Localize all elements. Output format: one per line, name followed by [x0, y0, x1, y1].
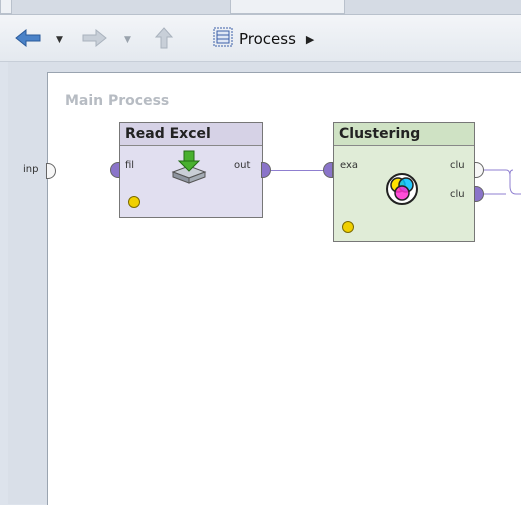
back-history-dropdown[interactable]: ▼ — [56, 29, 63, 51]
back-arrow-icon — [14, 28, 42, 51]
tab-partial-left[interactable] — [0, 0, 12, 14]
up-arrow-icon — [154, 27, 174, 53]
process-icon — [213, 27, 233, 51]
forward-button[interactable] — [82, 28, 108, 51]
clustering-input-port[interactable] — [323, 162, 333, 178]
operator-title: Read Excel — [120, 123, 262, 146]
clustering-status-indicator — [342, 221, 354, 233]
read-excel-input-label: fil — [125, 160, 135, 171]
connection-readexcel-clustering[interactable] — [270, 170, 328, 171]
breadcrumb[interactable]: Process ▶ — [213, 27, 314, 51]
tab-partial-center[interactable] — [230, 0, 345, 14]
read-excel-output-label: out — [234, 160, 251, 171]
forward-history-dropdown[interactable]: ▼ — [124, 29, 131, 51]
operator-title: Clustering — [334, 123, 474, 146]
forward-arrow-icon — [82, 28, 108, 51]
process-input-port-label: inp — [23, 164, 39, 175]
clustering-output-label-2: clu — [450, 189, 465, 200]
clustering-output-label-1: clu — [450, 160, 465, 171]
read-excel-icon — [169, 150, 209, 188]
up-button[interactable] — [154, 27, 174, 53]
connection-clustering-out[interactable] — [480, 162, 521, 202]
back-button[interactable] — [14, 28, 42, 51]
read-excel-input-port[interactable] — [110, 162, 120, 178]
tab-strip — [0, 0, 521, 15]
chevron-down-icon: ▼ — [124, 35, 131, 45]
clustering-icon — [385, 172, 419, 210]
process-title: Main Process — [65, 93, 170, 109]
breadcrumb-process-label: Process — [239, 30, 296, 48]
chevron-right-icon[interactable]: ▶ — [306, 33, 314, 46]
process-toolbar: ▼ ▼ Process ▶ — [0, 15, 521, 62]
clustering-input-label: exa — [340, 160, 359, 171]
chevron-down-icon: ▼ — [56, 35, 63, 45]
read-excel-status-indicator — [128, 196, 140, 208]
